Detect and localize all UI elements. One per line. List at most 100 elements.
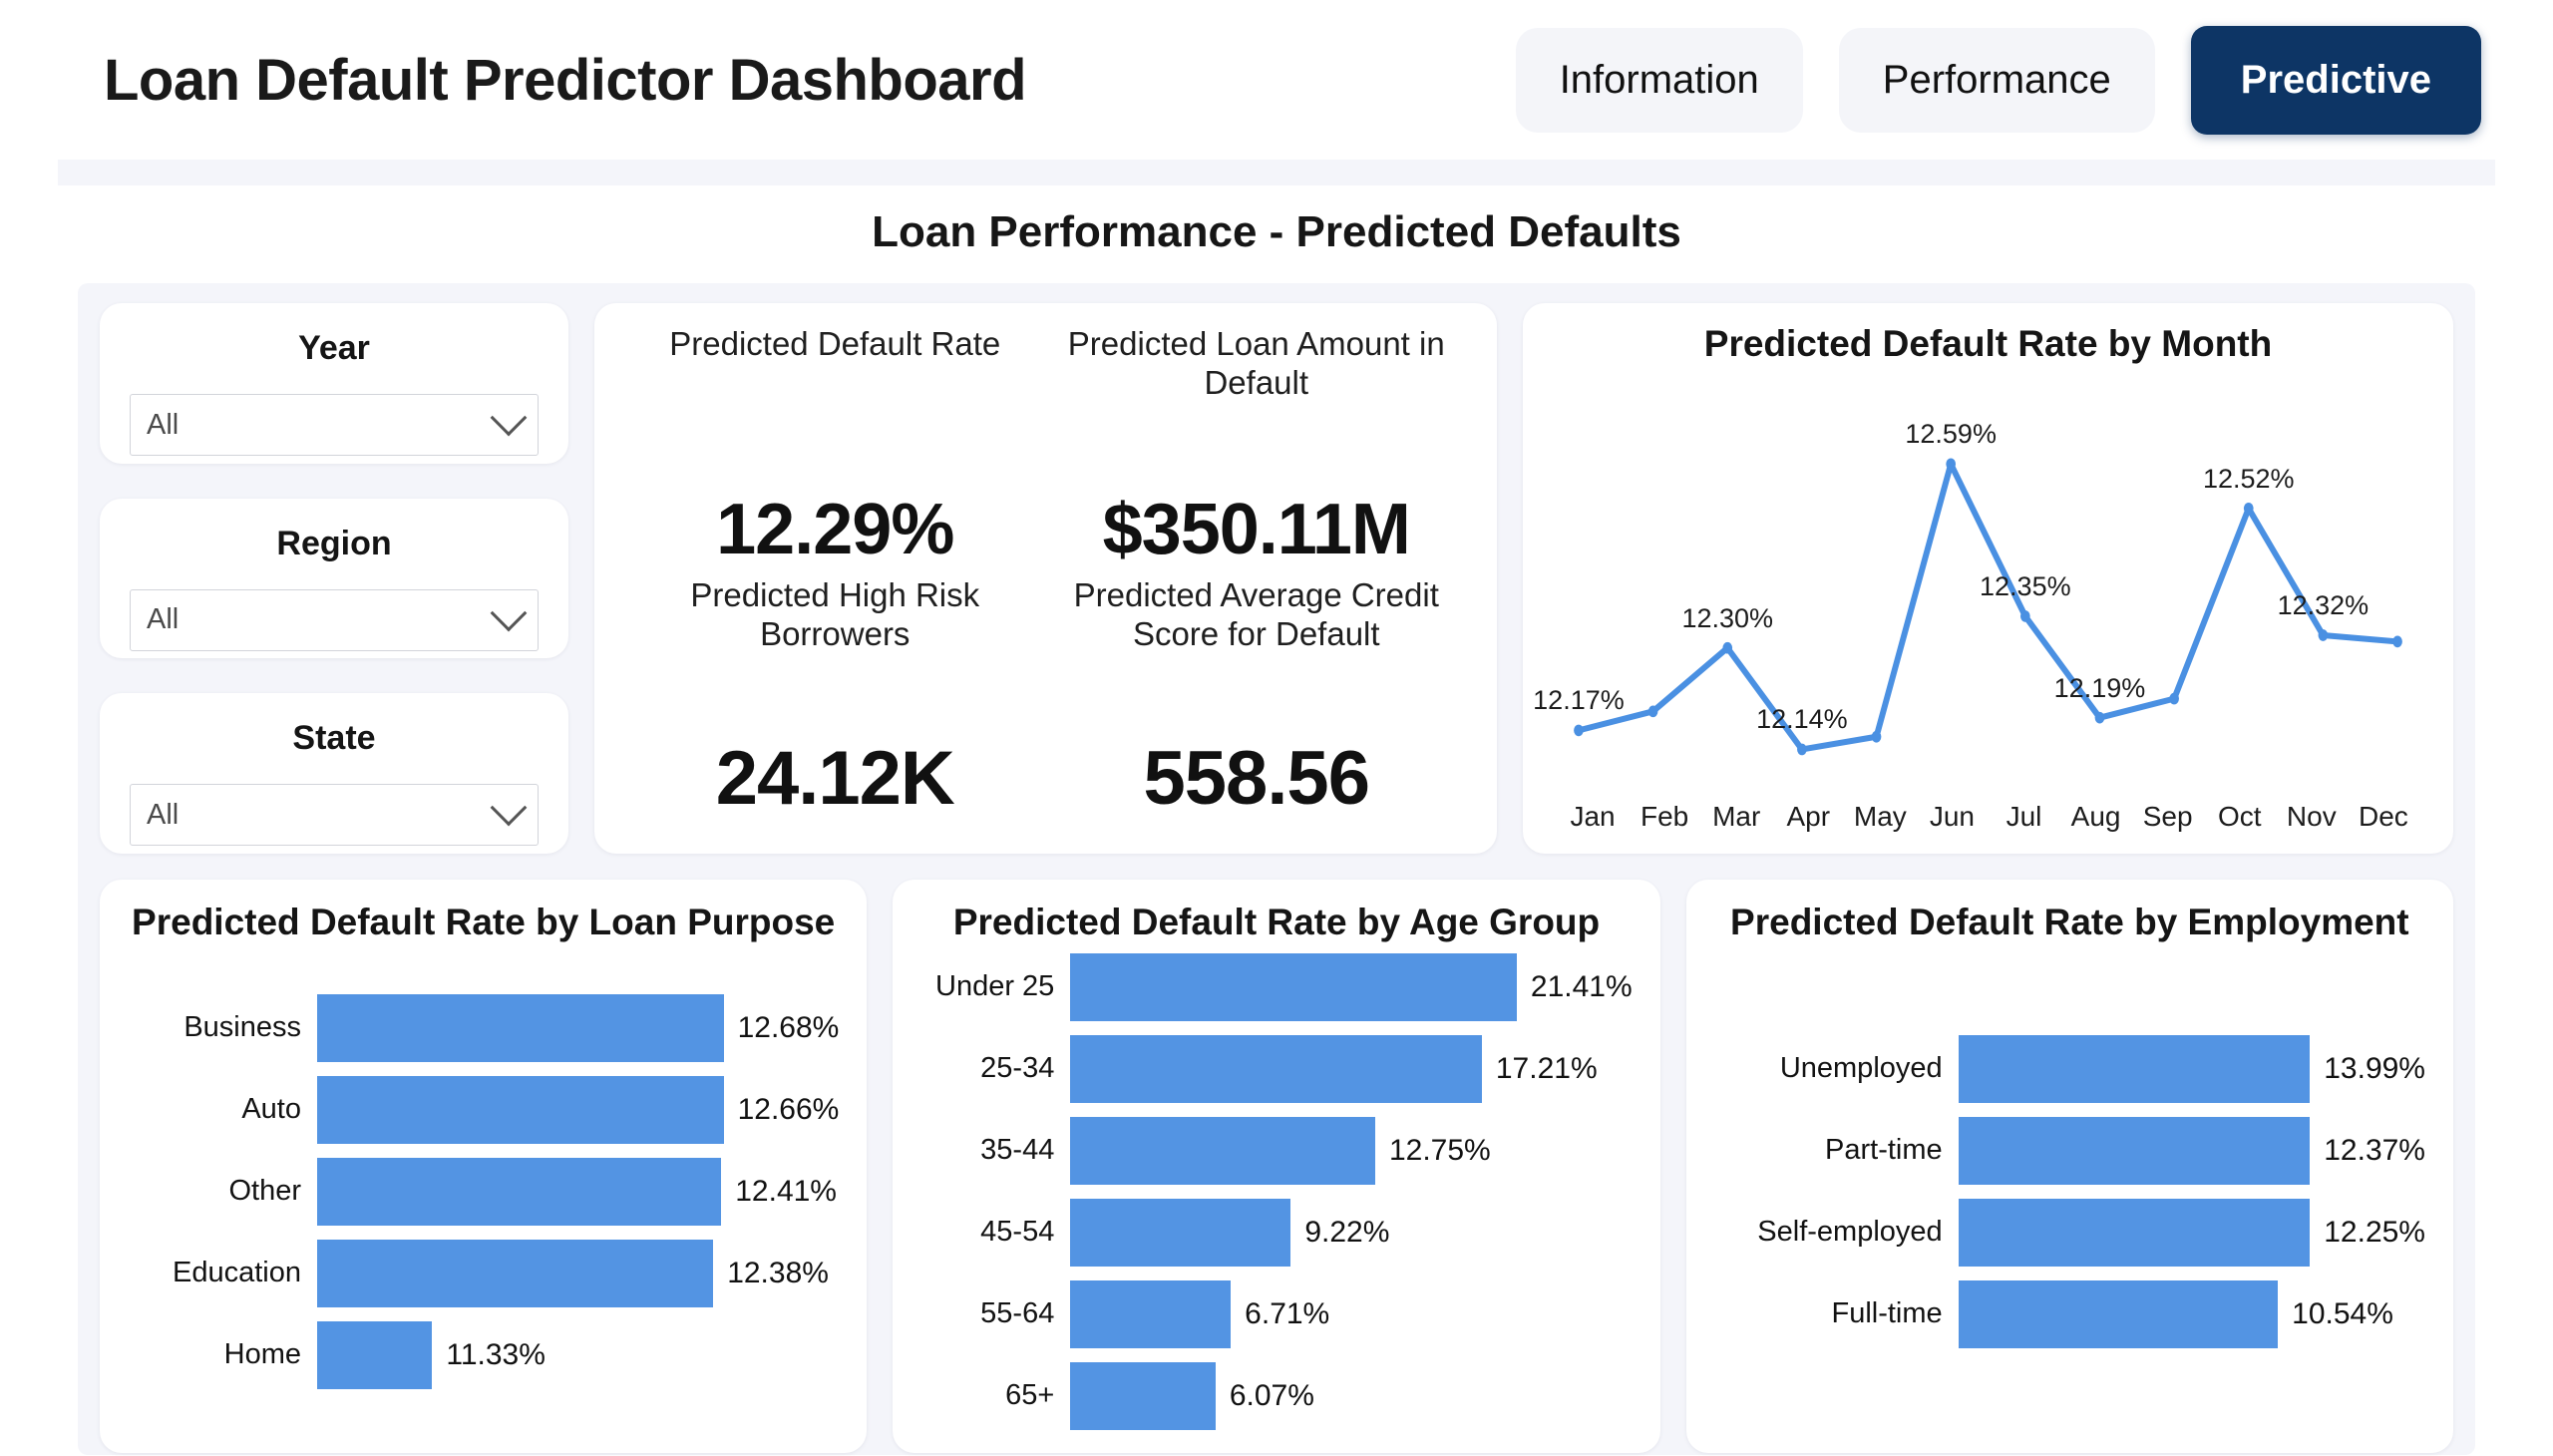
bar-track: 6.07%	[1070, 1361, 1632, 1430]
kpi-label: Predicted Average Credit Score for Defau…	[1073, 576, 1439, 652]
filter-year-select[interactable]: All	[130, 394, 539, 456]
bar-fill	[1070, 1279, 1232, 1348]
bar-row[interactable]: 55-64 6.71%	[920, 1279, 1632, 1348]
bar-list: Unemployed 13.99% Part-time 12.37% Self-empl…	[1714, 943, 2425, 1433]
filter-year-value: All	[147, 408, 180, 441]
bar-track: 12.75%	[1070, 1116, 1632, 1185]
bar-value-label: 12.41%	[735, 1174, 837, 1208]
bar-value-label: 17.21%	[1495, 1051, 1598, 1085]
bar-row[interactable]: Auto 12.66%	[128, 1075, 839, 1144]
bar-row[interactable]: Self-employed 12.25%	[1714, 1198, 2425, 1267]
data-point-label: 12.14%	[1756, 704, 1848, 735]
filter-state-value: All	[147, 798, 180, 831]
data-point-label: 12.30%	[1681, 602, 1774, 633]
bar-category-label: Auto	[241, 1093, 301, 1125]
bar-row[interactable]: Part-time 12.37%	[1714, 1116, 2425, 1185]
chart-default-rate-by-age-group: Predicted Default Rate by Age Group Unde…	[893, 880, 1660, 1453]
bar-value-label: 12.68%	[737, 1010, 840, 1044]
chart-title: Predicted Default Rate by Loan Purpose	[132, 902, 836, 942]
bar-category-label: 45-54	[980, 1216, 1055, 1248]
x-axis-tick: Sep	[2142, 801, 2193, 832]
bar-list: Under 25 21.41% 25-34 17.21% 35-44 12.75% 45-5…	[920, 943, 1633, 1433]
kpi-predicted-high-risk-borrowers: Predicted High Risk Borrowers 24.12K	[624, 576, 1046, 828]
filter-column: Year All Region All State All	[100, 303, 568, 855]
x-axis-tick: Jul	[2006, 801, 2042, 832]
bar-category-label: Home	[223, 1338, 301, 1370]
filter-state-label: State	[292, 719, 376, 758]
header-divider	[58, 160, 2495, 185]
bar-fill	[1958, 1198, 2311, 1267]
data-point-label: 12.35%	[1980, 570, 2071, 601]
tab-information[interactable]: Information	[1515, 27, 1803, 133]
x-axis-months: Jan Feb Mar Apr May Jun Jul Aug Sep Oct Nov Dec	[1549, 794, 2427, 840]
bar-fill	[1070, 1116, 1375, 1185]
bar-list: Business 12.68% Auto 12.66% Other 12.41% Educa…	[128, 943, 839, 1433]
bar-value-label: 9.22%	[1304, 1215, 1390, 1249]
filter-state-select[interactable]: All	[130, 784, 539, 847]
x-axis-tick: Mar	[1712, 801, 1761, 832]
bar-row[interactable]: 35-44 12.75%	[920, 1116, 1632, 1185]
x-axis-tick: Aug	[2070, 801, 2121, 832]
tab-bar: Information Performance Predictive	[1515, 25, 2481, 135]
bar-row[interactable]: Home 11.33%	[128, 1320, 839, 1389]
kpi-label: Predicted Default Rate	[669, 325, 1001, 362]
bar-value-label: 6.71%	[1245, 1296, 1330, 1330]
bar-track: 9.22%	[1070, 1198, 1632, 1267]
kpi-value: 24.12K	[715, 736, 955, 821]
filter-state: State All	[100, 693, 568, 855]
kpi-predicted-average-credit-score-for-default: Predicted Average Credit Score for Defau…	[1046, 576, 1468, 828]
bar-fill	[317, 993, 724, 1062]
bar-row[interactable]: Business 12.68%	[128, 993, 840, 1062]
chart-default-rate-by-employment: Predicted Default Rate by Employment Une…	[1685, 880, 2453, 1453]
bar-fill	[317, 1075, 724, 1144]
bar-row[interactable]: Full-time 10.54%	[1714, 1279, 2425, 1348]
kpi-predicted-default-rate: Predicted Default Rate 12.29%	[624, 325, 1046, 576]
bar-fill	[1070, 952, 1517, 1021]
x-axis-tick: Apr	[1786, 801, 1831, 832]
filter-region-value: All	[147, 603, 180, 636]
chart-default-rate-by-month: Predicted Default Rate by Month 12.17% 12…	[1523, 303, 2453, 854]
tab-predictive[interactable]: Predictive	[2190, 25, 2481, 135]
bar-value-label: 11.33%	[446, 1337, 546, 1371]
dashboard-panel: Year All Region All State All Predicted …	[78, 283, 2475, 1455]
bar-track: 12.37%	[1958, 1116, 2425, 1185]
bar-category-label: Full-time	[1831, 1297, 1943, 1329]
data-point-label: 12.52%	[2202, 463, 2295, 494]
bar-value-label: 12.38%	[727, 1256, 829, 1289]
kpi-value: 12.29%	[716, 490, 954, 569]
section-title: Loan Performance - Predicted Defaults	[0, 185, 2553, 283]
bar-row[interactable]: Education 12.38%	[128, 1239, 839, 1307]
bar-track: 12.38%	[317, 1239, 839, 1307]
bar-category-label: 65+	[1005, 1379, 1055, 1411]
bar-track: 12.41%	[317, 1157, 839, 1226]
bar-track: 12.25%	[1958, 1198, 2425, 1267]
bar-row[interactable]: 25-34 17.21%	[920, 1034, 1632, 1103]
bar-row[interactable]: Unemployed 13.99%	[1714, 1034, 2425, 1103]
page-title: Loan Default Predictor Dashboard	[104, 47, 1027, 113]
x-axis-tick: Oct	[2217, 801, 2262, 832]
chart-default-rate-by-loan-purpose: Predicted Default Rate by Loan Purpose B…	[100, 880, 868, 1453]
filter-year: Year All	[100, 303, 568, 464]
bar-fill	[1070, 1198, 1291, 1267]
bar-fill	[1958, 1279, 2279, 1348]
bar-category-label: 25-34	[980, 1052, 1055, 1084]
filter-region-select[interactable]: All	[130, 588, 539, 651]
bar-category-label: Other	[228, 1175, 301, 1207]
tab-performance[interactable]: Performance	[1838, 27, 2155, 133]
bar-value-label: 12.75%	[1388, 1133, 1491, 1167]
bar-category-label: Unemployed	[1779, 1052, 1943, 1084]
chart-title: Predicted Default Rate by Month	[1703, 323, 2273, 364]
bottom-row: Predicted Default Rate by Loan Purpose B…	[100, 880, 2453, 1453]
bar-row[interactable]: Other 12.41%	[128, 1157, 839, 1226]
bar-fill	[317, 1239, 714, 1307]
bar-track: 17.21%	[1070, 1034, 1632, 1103]
bar-track: 6.71%	[1070, 1279, 1632, 1348]
chart-title: Predicted Default Rate by Age Group	[952, 902, 1601, 942]
bar-category-label: 55-64	[980, 1297, 1055, 1329]
top-row: Year All Region All State All Predicted …	[100, 303, 2453, 855]
bar-fill	[317, 1320, 433, 1389]
bar-row[interactable]: 65+ 6.07%	[920, 1361, 1632, 1430]
bar-row[interactable]: Under 25 21.41%	[920, 952, 1633, 1021]
bar-category-label: Under 25	[935, 970, 1055, 1002]
bar-row[interactable]: 45-54 9.22%	[920, 1198, 1632, 1267]
